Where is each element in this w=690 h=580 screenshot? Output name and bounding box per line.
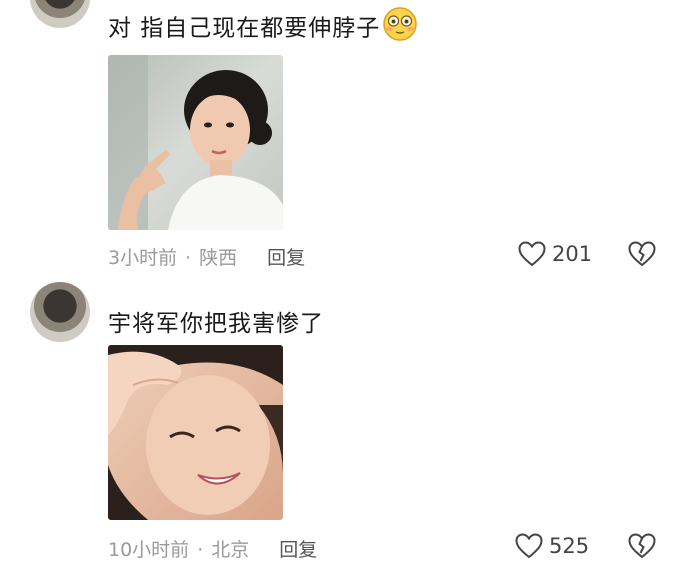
like-button[interactable]: 525	[514, 532, 589, 560]
reply-button[interactable]: 回复	[267, 247, 305, 269]
dislike-button[interactable]	[627, 532, 657, 564]
reply-button[interactable]: 回复	[279, 539, 317, 561]
heart-outline-icon	[518, 241, 546, 267]
like-count: 525	[549, 534, 590, 558]
timestamp: 3小时前	[108, 247, 178, 269]
separator: ·	[185, 247, 192, 269]
comment-meta: 3小时前 · 陕西 回复	[108, 243, 305, 270]
comment-image[interactable]	[108, 345, 283, 520]
timestamp: 10小时前	[108, 539, 190, 561]
avatar[interactable]	[30, 0, 90, 28]
comment-meta: 10小时前 · 北京 回复	[108, 535, 317, 562]
like-count: 201	[552, 242, 593, 266]
separator: ·	[197, 539, 204, 561]
flushed-face-emoji-icon	[382, 6, 418, 48]
dislike-button[interactable]	[627, 240, 657, 272]
comment-text: 宇将军你把我害惨了	[108, 311, 324, 337]
comment-item: 宇将军你把我害惨了 10小时前 · 北京 回复 525	[0, 282, 690, 580]
broken-heart-icon	[628, 241, 656, 267]
avatar[interactable]	[30, 282, 90, 342]
location: 北京	[211, 539, 250, 561]
location: 陕西	[199, 247, 238, 269]
comment-item: 对 指自己现在都要伸脖子 3小时前 · 陕西 回复 201	[0, 0, 690, 282]
like-button[interactable]: 201	[517, 240, 592, 268]
heart-outline-icon	[515, 533, 543, 559]
comment-text: 对 指自己现在都要伸脖子	[108, 6, 418, 50]
comment-image[interactable]	[108, 55, 283, 230]
broken-heart-icon	[628, 533, 656, 559]
